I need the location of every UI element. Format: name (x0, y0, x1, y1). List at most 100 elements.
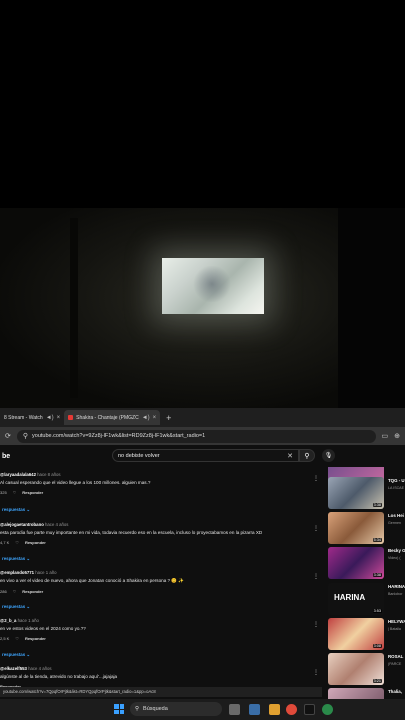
back-icon[interactable]: ⟳ (5, 432, 11, 440)
youtube-logo[interactable]: be (2, 453, 10, 460)
comment-author[interactable]: @2_b_a (0, 618, 16, 623)
dislike-icon[interactable]: ♡ (15, 636, 19, 641)
replies-label: respuestas (2, 556, 26, 561)
video-channel[interactable]: LA ISCAE (388, 486, 405, 490)
comment-meta: @2_b_a hace 1 año (0, 618, 322, 623)
chrome-icon[interactable] (286, 704, 297, 715)
app-icon-2[interactable] (322, 704, 333, 715)
like-count[interactable]: 4,7 K (0, 540, 9, 545)
tiktok-icon[interactable] (304, 704, 315, 715)
video-thumbnail[interactable] (328, 688, 384, 699)
comment-author[interactable]: @elkazelf553 (0, 666, 27, 671)
comment-author[interactable]: @laryaadalala642 (0, 472, 36, 477)
comment-time: hace 1 año (17, 618, 39, 623)
replies-label: respuestas (2, 652, 26, 657)
related-video[interactable]: Thalia, (328, 688, 405, 699)
related-video[interactable]: HARINA 3:53 HARINA Banlobor (328, 583, 405, 617)
video-title[interactable]: HARINA (388, 584, 405, 589)
dislike-icon[interactable]: ♡ (13, 589, 17, 594)
windows-start-icon[interactable] (114, 704, 124, 714)
video-channel[interactable]: Germen (388, 521, 405, 525)
clear-search-icon[interactable]: ✕ (287, 452, 293, 460)
video-thumbnail[interactable]: 5:34 (328, 512, 384, 544)
more-options-icon[interactable]: ⋮ (313, 669, 319, 676)
dislike-icon[interactable]: ♡ (13, 490, 17, 495)
video-duration: 3:38 (372, 503, 382, 507)
related-videos: 3:38 TQG - U LA ISCAE 5:34 Los Hei Germe… (328, 467, 405, 699)
reply-button[interactable]: Responder (22, 490, 43, 495)
dislike-icon[interactable]: ♡ (15, 540, 19, 545)
comment-time: hace 1 año (35, 570, 57, 575)
video-title[interactable]: HELYWA (388, 619, 405, 624)
video-duration: 5:34 (372, 538, 382, 542)
more-options-icon[interactable]: ⋮ (313, 573, 319, 580)
video-title[interactable]: ROSAL (388, 654, 405, 659)
comment-author[interactable]: @emplando5771 (0, 570, 34, 575)
comment: @2_b_a hace 1 año en ve estos videos en … (0, 618, 322, 641)
voice-search-button[interactable]: 🎙 (322, 449, 335, 462)
comment-time: hace 4 años (45, 522, 69, 527)
related-video[interactable]: 3:21 ROSAL (PARCE (328, 653, 405, 687)
watch-page-content: @laryaadalala642 hace 8 años Al casual e… (0, 467, 405, 699)
video-thumbnail[interactable]: 3:21 (328, 653, 384, 685)
new-tab-button[interactable]: + (160, 413, 177, 423)
reply-button[interactable]: Responder (25, 540, 46, 545)
replies-toggle[interactable]: respuestas ⌄ (2, 556, 30, 562)
related-video[interactable]: 3:08 HELYWA | Batalla (328, 618, 405, 652)
link-status-bar: youtube.com/watch?v=7QpqfOrPjtk&list=RDY… (0, 687, 322, 697)
search-icon: ⚲ (304, 452, 310, 460)
video-title[interactable]: Becky G (388, 548, 405, 553)
comment-author[interactable]: @alejogaetantrobano (0, 522, 44, 527)
search-button[interactable]: ⚲ (299, 449, 315, 462)
video-channel[interactable]: | Batalla (388, 627, 405, 631)
search-input[interactable]: no debiste volver ✕ (112, 449, 299, 462)
video-thumbnail[interactable]: 3:38 (328, 477, 384, 509)
tab-shakira[interactable]: Shakira - Chantaje (PMGZC ◄) × (64, 410, 161, 425)
reply-button[interactable]: Responder (25, 636, 46, 641)
like-count[interactable]: 2,5 K (0, 636, 9, 641)
related-video[interactable]: 3:38 Becky G Video) ( (328, 547, 405, 581)
more-options-icon[interactable]: ⋮ (313, 475, 319, 482)
replies-toggle[interactable]: respuestas ⌄ (2, 507, 30, 513)
video-title[interactable]: TQG - U (388, 478, 405, 483)
video-channel[interactable]: (PARCE (388, 662, 405, 666)
site-info-icon[interactable]: ⚲ (23, 432, 28, 440)
video-channel[interactable]: Banlobor (388, 592, 405, 596)
task-view-icon[interactable] (229, 704, 240, 715)
comment-meta: @laryaadalala642 hace 8 años (0, 472, 322, 477)
video-channel[interactable]: Video) ( (388, 556, 405, 560)
windows-taskbar: ⚲ Búsqueda (0, 699, 405, 720)
video-duration: 3:21 (372, 679, 382, 683)
replies-toggle[interactable]: respuestas ⌄ (2, 604, 30, 610)
url-field[interactable]: ⚲ youtube.com/watch?v=9Zz8j-lF1wk&list=R… (16, 429, 376, 443)
close-icon[interactable]: × (57, 415, 61, 421)
comment-actions: 2,5 K ♡ Responder (0, 636, 322, 641)
video-thumbnail[interactable]: 3:38 (328, 547, 384, 579)
file-explorer-icon[interactable] (269, 704, 280, 715)
replies-label: respuestas (2, 604, 26, 609)
app-icon[interactable] (249, 704, 260, 715)
like-count[interactable]: 286 (0, 589, 7, 594)
browser-tab-bar: 8 Stream - Watch ◄) × Shakira - Chantaje… (0, 408, 405, 427)
taskbar-search[interactable]: ⚲ Búsqueda (130, 702, 222, 716)
youtube-favicon-icon (68, 415, 74, 420)
replies-toggle[interactable]: respuestas ⌄ (2, 652, 30, 658)
video-title[interactable]: Thalia, (388, 689, 405, 694)
like-count[interactable]: 325 (0, 490, 7, 495)
related-video[interactable]: 5:34 Los Hei Germen (328, 512, 405, 546)
translate-icon[interactable]: ⊕ (394, 432, 400, 440)
related-video[interactable]: 3:38 TQG - U LA ISCAE (328, 477, 405, 511)
comment-meta: @emplando5771 hace 1 año (0, 570, 322, 575)
video-title[interactable]: Los Hei (388, 513, 405, 518)
close-icon[interactable]: × (153, 415, 157, 421)
video-thumbnail[interactable]: HARINA 3:53 (328, 583, 384, 615)
reply-button[interactable]: Responder (22, 589, 43, 594)
room-photo-right-edge (338, 208, 405, 408)
tab-stream[interactable]: 8 Stream - Watch ◄) × (0, 410, 64, 425)
more-options-icon[interactable]: ⋮ (313, 621, 319, 628)
cast-icon[interactable]: ▭ (382, 432, 389, 440)
more-options-icon[interactable]: ⋮ (313, 525, 319, 532)
comment: @laryaadalala642 hace 8 años Al casual e… (0, 472, 322, 495)
video-thumbnail[interactable]: 3:08 (328, 618, 384, 650)
video-duration: 3:53 (372, 609, 382, 613)
